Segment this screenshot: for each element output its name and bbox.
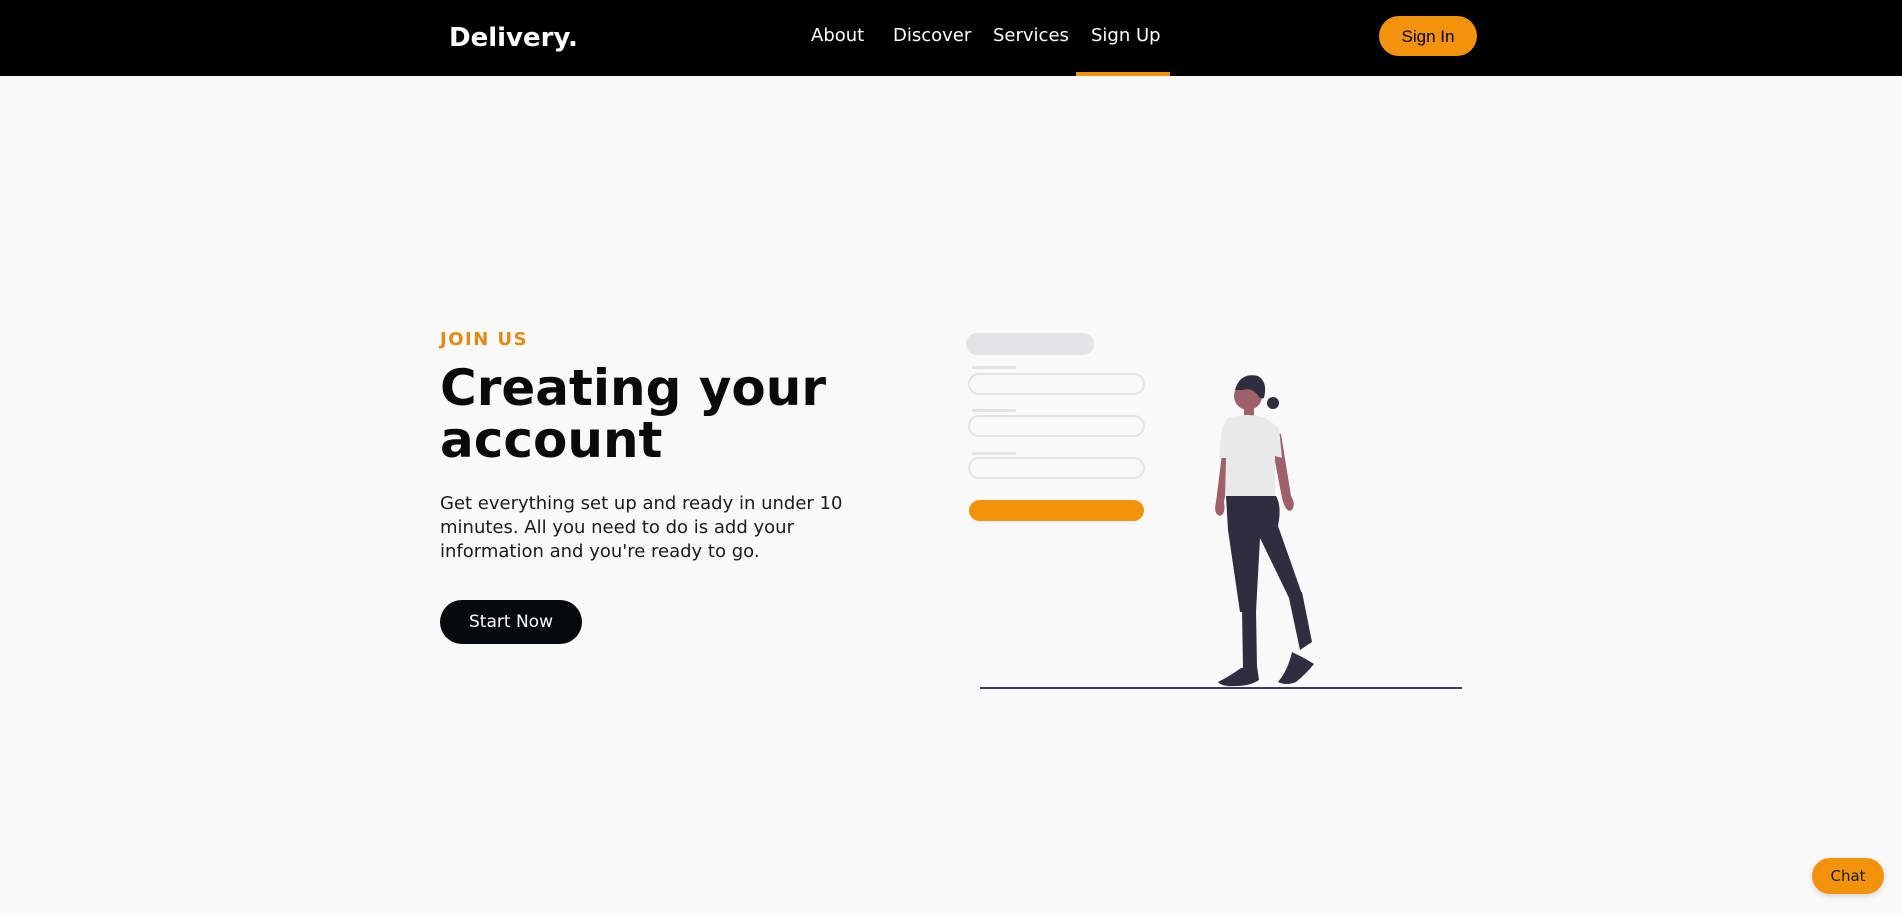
nav-item-discover[interactable]: Discover	[893, 25, 971, 47]
form-field-placeholder	[968, 415, 1145, 437]
nav-item-about[interactable]: About	[811, 25, 864, 47]
sign-in-button[interactable]: Sign In	[1379, 16, 1477, 56]
nav-item-services[interactable]: Services	[993, 25, 1069, 47]
form-field-placeholder	[968, 373, 1145, 395]
form-label-placeholder	[972, 366, 1016, 369]
form-header-placeholder	[966, 333, 1094, 355]
eyebrow-label: JOIN US	[440, 329, 529, 350]
header: Delivery. About Discover Services Sign U…	[0, 0, 1902, 76]
person-figure	[1215, 375, 1314, 687]
logo[interactable]: Delivery.	[449, 22, 578, 54]
form-label-placeholder	[972, 409, 1016, 412]
form-field-placeholder	[968, 457, 1145, 479]
page-title: Creating your account	[440, 359, 827, 469]
nav-item-sign-up[interactable]: Sign Up	[1091, 25, 1161, 47]
signup-form-illustration	[966, 333, 1462, 689]
start-now-button[interactable]: Start Now	[440, 600, 582, 644]
form-label-placeholder	[972, 452, 1016, 455]
form-submit-placeholder	[969, 500, 1144, 521]
hero-description: Get everything set up and ready in under…	[440, 493, 843, 562]
chat-button[interactable]: Chat	[1812, 858, 1884, 894]
active-nav-indicator	[1076, 72, 1170, 76]
